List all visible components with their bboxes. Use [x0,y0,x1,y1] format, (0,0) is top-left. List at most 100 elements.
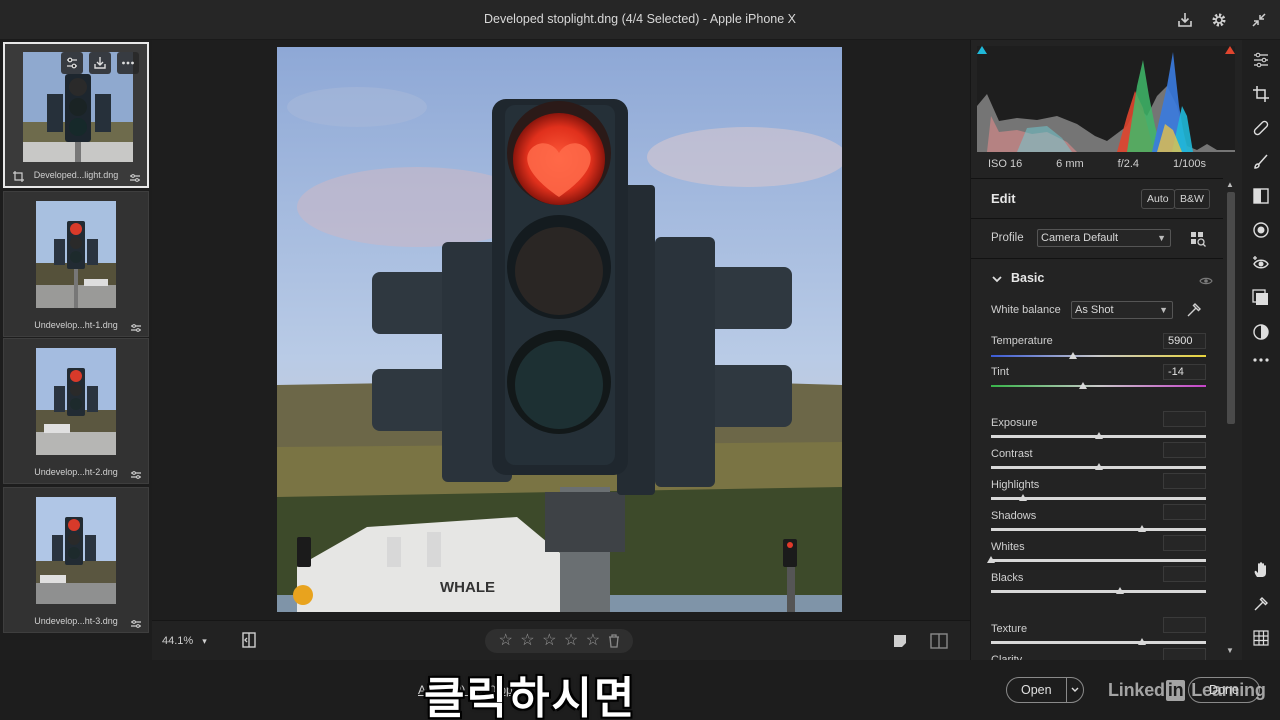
slider-value-input[interactable] [1163,617,1206,633]
temperature-slider-handle[interactable] [1068,352,1077,359]
white-balance-label: White balance [991,304,1061,316]
more-options-icon[interactable] [117,52,139,74]
snapshots-icon[interactable] [1251,322,1271,342]
exif-iso: ISO 16 [987,158,1023,170]
slider-value-input[interactable] [1163,566,1206,582]
slider-track[interactable] [991,559,1206,562]
chevron-down-icon[interactable] [1065,678,1083,702]
open-button[interactable]: Open [1006,677,1084,703]
slider-label: Exposure [991,417,1038,429]
slider-track[interactable] [991,641,1206,644]
before-after-icon[interactable] [930,633,948,649]
temperature-label: Temperature [991,335,1053,347]
star-icon[interactable]: ☆ [520,633,534,649]
save-icon[interactable] [89,52,111,74]
slider-handle[interactable] [1019,494,1028,501]
scrollbar-thumb[interactable] [1227,192,1235,424]
slider-value-input[interactable] [1163,473,1206,489]
slider-label: Clarity [991,654,1023,660]
filmstrip-item[interactable]: Developed...light.dng [3,42,149,188]
slider-handle[interactable] [1094,463,1103,470]
compare-icon[interactable] [240,631,258,649]
gear-icon[interactable] [1208,9,1230,31]
slider-handle[interactable] [1137,638,1146,645]
profile-select[interactable]: Camera Default ▼ [1037,229,1171,247]
slider-value-input[interactable] [1163,442,1206,458]
star-icon[interactable]: ☆ [498,633,512,649]
crop-icon[interactable] [1251,84,1271,104]
filmstrip-item[interactable]: Undevelop...ht-2.dng [3,338,149,484]
chevron-down-icon: ▼ [1159,305,1168,315]
temperature-slider[interactable] [991,355,1206,357]
thumbnail-toolbar [61,52,139,74]
healing-icon[interactable] [1251,118,1271,138]
canvas-toolbar: 44.1% ▾ ☆ ☆ ☆ ☆ ☆ [152,620,970,660]
bw-button[interactable]: B&W [1174,189,1210,209]
panel-scrollbar[interactable]: ▲ ▼ [1225,180,1237,660]
exif-shutter: 1/100s [1172,158,1207,170]
open-button-label: Open [1021,683,1052,697]
filmstrip-item-filename: Undevelop...ht-1.dng [34,320,118,330]
slider-value-input[interactable] [1163,504,1206,520]
tint-slider[interactable] [991,385,1206,387]
thumbnail-image [36,201,116,308]
edit-sliders-icon[interactable] [1251,50,1271,70]
title-bar: Developed stoplight.dng (4/4 Selected) -… [0,0,1280,40]
edit-panel: ISO 16 6 mm f/2.4 1/100s Edit Auto B&W P… [970,40,1242,660]
slider-track[interactable] [991,528,1206,531]
chevron-down-icon[interactable]: ▼ [1226,646,1234,655]
slider-track[interactable] [991,590,1206,593]
profile-value: Camera Default [1041,232,1119,244]
star-icon[interactable]: ☆ [586,633,600,649]
chevron-down-icon: ▼ [1157,233,1166,243]
slider-handle[interactable] [1137,525,1146,532]
star-icon[interactable]: ☆ [564,633,578,649]
hand-icon[interactable] [1251,560,1271,580]
main-photo[interactable]: WHALE [277,47,842,612]
collapse-icon[interactable] [1248,9,1270,31]
chevron-down-icon[interactable] [991,272,1003,284]
slider-handle[interactable] [1094,432,1103,439]
single-view-icon[interactable] [892,633,908,649]
slider-label: Contrast [991,448,1033,460]
grid-icon[interactable] [1251,628,1271,648]
export-icon[interactable] [1174,9,1196,31]
radial-gradient-icon[interactable] [1251,220,1271,240]
presets-icon[interactable] [61,52,83,74]
chevron-down-icon: ▾ [202,636,207,646]
divider [971,178,1223,179]
slider-handle[interactable] [987,556,995,563]
auto-button[interactable]: Auto [1141,189,1175,209]
slider-handle[interactable] [1116,587,1124,594]
photo-canvas[interactable]: WHALE [152,40,970,620]
slider-value-input[interactable] [1163,411,1206,427]
divider [971,218,1223,219]
linear-gradient-icon[interactable] [1251,186,1271,206]
trash-icon[interactable] [608,634,620,648]
chevron-up-icon[interactable]: ▲ [1226,180,1234,189]
basic-section-title[interactable]: Basic [1011,271,1044,285]
filmstrip-item[interactable]: Undevelop...ht-1.dng [3,191,149,337]
red-eye-icon[interactable] [1251,254,1271,274]
tint-slider-handle[interactable] [1079,382,1088,389]
profile-browser-icon[interactable] [1190,231,1206,247]
brush-icon[interactable] [1251,152,1271,172]
slider-label: Whites [991,541,1025,553]
watermark-text-right: Learning [1186,680,1266,700]
presets-icon[interactable] [1251,288,1271,308]
temperature-input[interactable]: 5900 [1163,333,1206,349]
eyedropper-icon[interactable] [1185,301,1203,319]
star-icon[interactable]: ☆ [542,633,556,649]
white-balance-select[interactable]: As Shot ▼ [1071,301,1173,319]
thumbnail-image [36,497,116,604]
sampler-icon[interactable] [1251,594,1271,614]
filmstrip-item[interactable]: Undevelop...ht-3.dng [3,487,149,633]
slider-value-input[interactable] [1163,648,1206,660]
zoom-select[interactable]: 44.1% ▾ [162,635,207,647]
visibility-eye-icon[interactable] [1199,273,1213,285]
slider-value-input[interactable] [1163,535,1206,551]
profile-label: Profile [991,232,1024,244]
more-options-icon[interactable] [1251,350,1271,370]
filmstrip-item-filename: Undevelop...ht-3.dng [34,616,118,626]
tint-input[interactable]: -14 [1163,364,1206,380]
